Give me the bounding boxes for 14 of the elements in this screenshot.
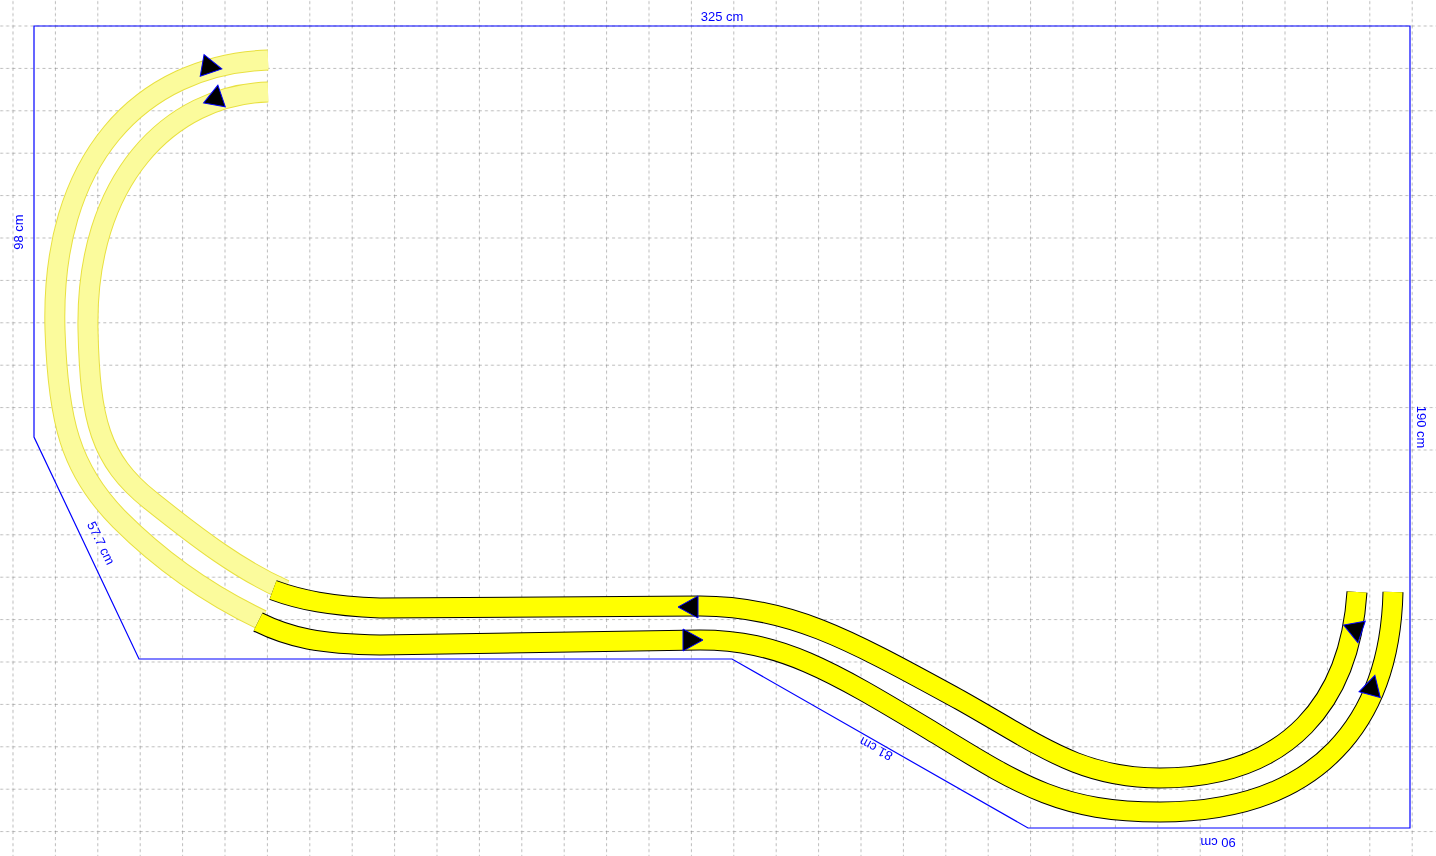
dimension-label: 98 cm — [11, 214, 26, 250]
direction-arrow-icon[interactable] — [682, 628, 704, 652]
track-drawing[interactable] — [253, 591, 1404, 823]
direction-arrow-icon[interactable] — [203, 84, 226, 108]
dimension-label: 90 cm — [1200, 835, 1236, 850]
direction-arrow-icon[interactable] — [1358, 674, 1381, 699]
track-drawing[interactable] — [269, 580, 1368, 789]
direction-arrow-icon[interactable] — [677, 595, 699, 619]
dimension-label: 57.7 cm — [84, 518, 118, 568]
direction-arrow-icon[interactable] — [1343, 620, 1366, 644]
dimension-label: 81 cm — [856, 734, 896, 764]
dimension-label: 325 cm — [700, 9, 744, 24]
direction-arrow-icon[interactable] — [199, 54, 223, 77]
dimension-label: 190 cm — [1414, 405, 1429, 449]
